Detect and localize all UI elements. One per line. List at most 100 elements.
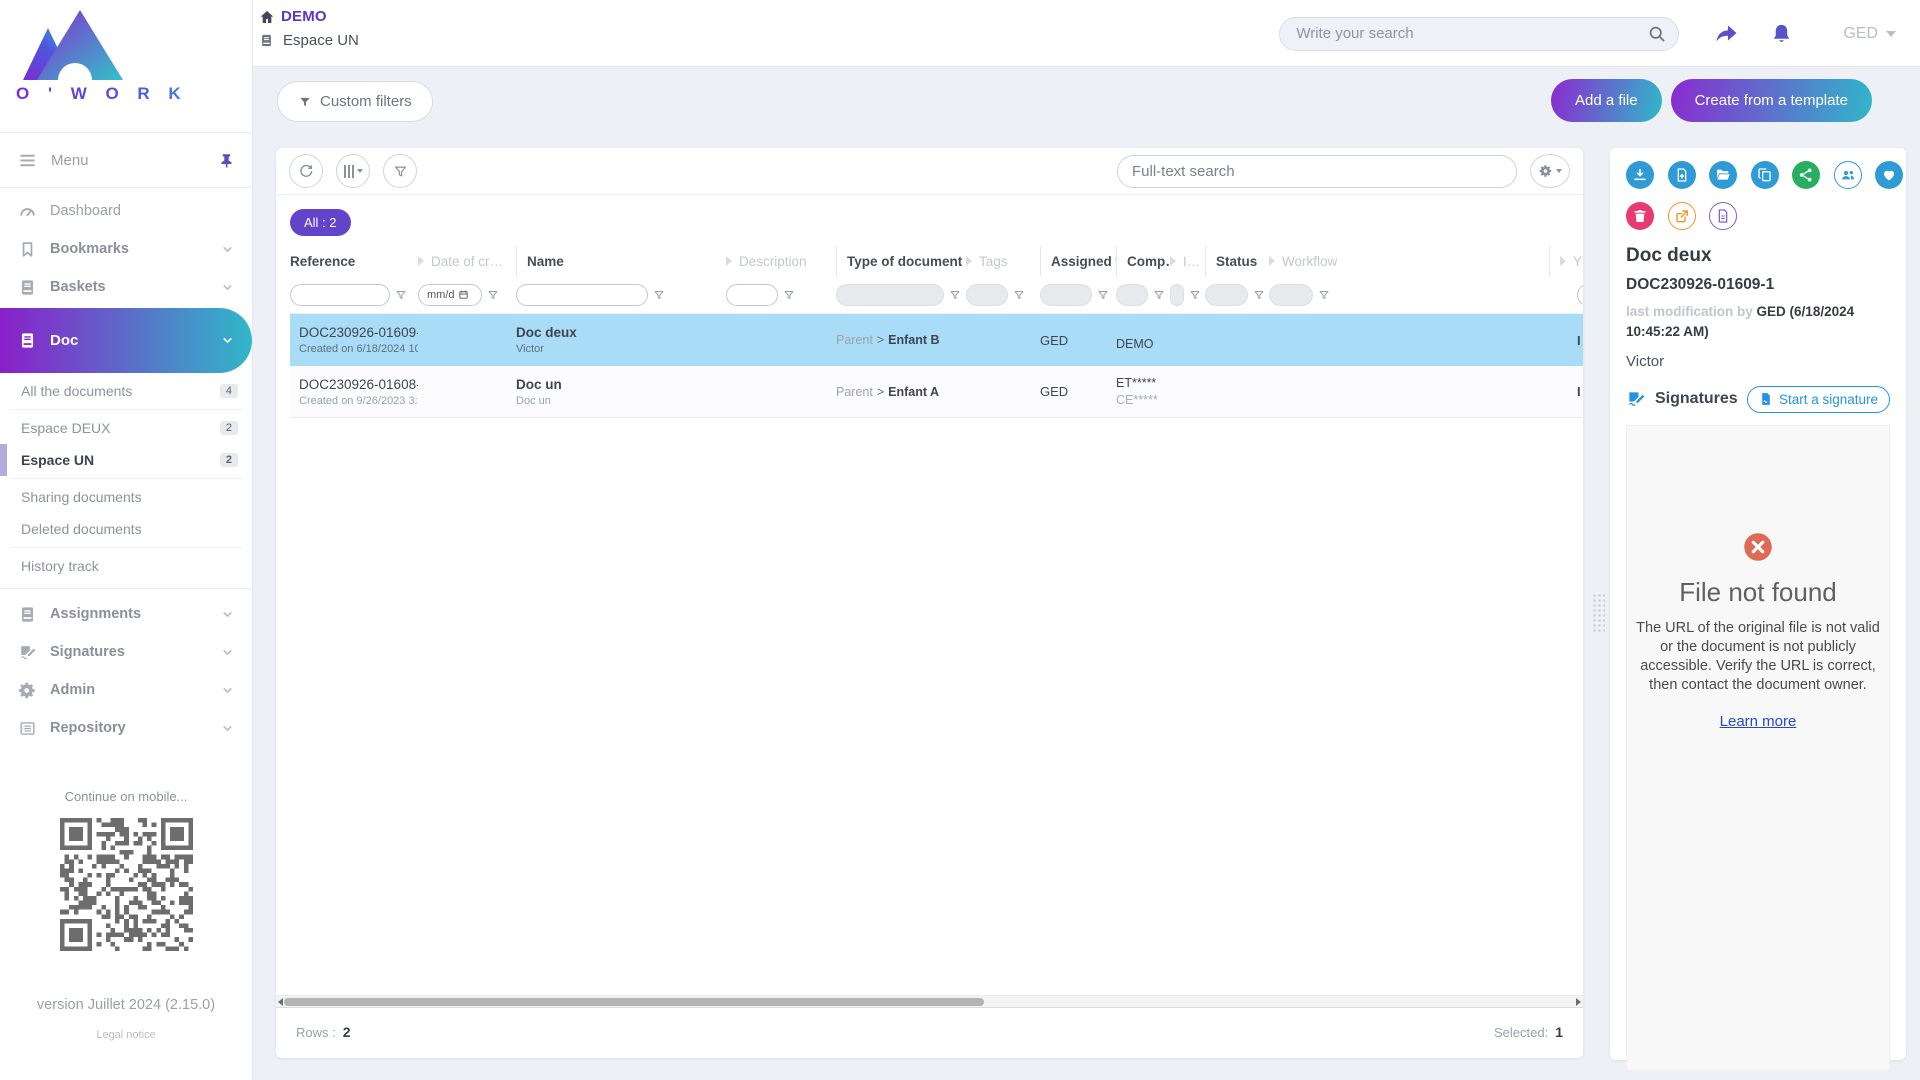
column-header-name[interactable]: Name: [516, 246, 726, 276]
sidebar-subitem-deleted-documents[interactable]: Deleted documents: [0, 513, 252, 545]
tags-filter[interactable]: [966, 284, 1008, 306]
favorite-button[interactable]: [1875, 161, 1903, 189]
column-header-description[interactable]: Description: [726, 246, 836, 276]
delete-button[interactable]: [1626, 202, 1654, 230]
table-row[interactable]: DOC230926-01609-1 Created on 6/18/2024 1…: [290, 314, 1583, 366]
horizontal-scrollbar[interactable]: [276, 995, 1583, 1008]
search-icon[interactable]: [1647, 24, 1666, 43]
sidebar-item-label: Signatures: [50, 644, 125, 660]
sidebar-subitem-history-track[interactable]: History track: [0, 550, 252, 582]
document-info-button[interactable]: [1709, 202, 1737, 230]
column-header-company[interactable]: Comp…: [1116, 246, 1170, 276]
i-filter[interactable]: [1170, 284, 1184, 306]
column-header-assigned[interactable]: Assigned t…: [1040, 246, 1116, 276]
workflow-filter[interactable]: [1269, 284, 1313, 306]
sort-arrow-icon: [1560, 256, 1566, 266]
open-external-button[interactable]: [1668, 202, 1696, 230]
columns-button[interactable]: [336, 154, 370, 188]
scrollbar-thumb[interactable]: [284, 998, 984, 1006]
funnel-icon[interactable]: [1013, 289, 1025, 301]
learn-more-link[interactable]: Learn more: [1720, 713, 1797, 730]
funnel-icon[interactable]: [783, 289, 795, 301]
y-filter-input[interactable]: [1577, 284, 1583, 306]
gear-icon: [18, 681, 37, 700]
legal-notice-link[interactable]: Legal notice: [0, 1029, 252, 1041]
breadcrumb-home[interactable]: DEMO: [259, 8, 359, 25]
fulltext-search-input[interactable]: [1132, 163, 1502, 180]
sidebar-item-assignments[interactable]: Assignments: [0, 595, 252, 633]
funnel-icon[interactable]: [395, 289, 407, 301]
type-filter[interactable]: [836, 284, 944, 306]
bell-icon[interactable]: [1770, 22, 1793, 46]
columns-icon: [344, 165, 363, 178]
column-header-date[interactable]: Date of cr…: [418, 246, 516, 276]
pin-icon[interactable]: [219, 153, 234, 168]
funnel-icon[interactable]: [1318, 289, 1330, 301]
funnel-icon[interactable]: [1253, 289, 1265, 301]
company-cell: DEMO: [1116, 314, 1170, 366]
assigned-filter[interactable]: [1040, 284, 1092, 306]
share-forward-icon[interactable]: [1713, 22, 1740, 46]
panel-resize-handle[interactable]: [1591, 592, 1605, 634]
sidebar-subitem-all-documents[interactable]: All the documents 4: [0, 375, 252, 407]
create-from-template-button[interactable]: Create from a template: [1671, 79, 1872, 122]
funnel-icon[interactable]: [1153, 289, 1165, 301]
share-button[interactable]: [1792, 161, 1820, 189]
sidebar-subitem-sharing-documents[interactable]: Sharing documents: [0, 481, 252, 513]
column-header-tags[interactable]: Tags: [966, 246, 1040, 276]
filter-button[interactable]: [383, 154, 417, 188]
workflow-cell: [1269, 366, 1549, 417]
date-filter-input[interactable]: mm/d: [418, 284, 482, 306]
sidebar-item-bookmarks[interactable]: Bookmarks: [0, 230, 252, 268]
column-header-i[interactable]: I…: [1170, 246, 1205, 276]
sidebar-item-label: Assignments: [50, 606, 141, 622]
count-badge: 2: [220, 421, 238, 435]
reference-filter-input[interactable]: [290, 284, 390, 306]
doc-name: Doc deux: [516, 325, 577, 340]
sidebar-subitem-espace-un[interactable]: Espace UN 2: [0, 444, 252, 476]
funnel-icon[interactable]: [949, 289, 961, 301]
copy-button[interactable]: [1751, 161, 1779, 189]
sidebar-item-dashboard[interactable]: Dashboard: [0, 192, 252, 230]
grid-settings-button[interactable]: [1530, 154, 1570, 188]
y-cell: I: [1549, 366, 1583, 417]
funnel-icon[interactable]: [1097, 289, 1109, 301]
download-button[interactable]: [1626, 161, 1654, 189]
custom-filters-button[interactable]: Custom filters: [277, 81, 433, 122]
start-signature-button[interactable]: Start a signature: [1747, 386, 1890, 413]
scroll-left-arrow-icon[interactable]: [278, 998, 283, 1006]
funnel-icon[interactable]: [653, 289, 665, 301]
count-badge: 2: [220, 453, 238, 467]
sidebar-subitem-espace-deux[interactable]: Espace DEUX 2: [0, 412, 252, 444]
status-filter[interactable]: [1205, 284, 1248, 306]
global-search-input[interactable]: [1296, 25, 1647, 42]
user-menu[interactable]: GED: [1843, 25, 1896, 43]
upload-version-button[interactable]: [1668, 161, 1696, 189]
sidebar-item-baskets[interactable]: Baskets: [0, 268, 252, 306]
sidebar-item-signatures[interactable]: Signatures: [0, 633, 252, 671]
column-header-reference[interactable]: Reference: [290, 246, 418, 276]
sidebar-item-doc[interactable]: Doc: [0, 308, 252, 373]
workflow-cell: [1269, 314, 1549, 366]
column-header-status[interactable]: Status: [1205, 246, 1269, 276]
funnel-icon[interactable]: [487, 289, 499, 301]
open-folder-button[interactable]: [1709, 161, 1737, 189]
add-file-button[interactable]: Add a file: [1551, 79, 1662, 122]
name-filter-input[interactable]: [516, 284, 648, 306]
table-row[interactable]: DOC230926-01608-0 Created on 9/26/2023 3…: [290, 366, 1583, 418]
company-filter[interactable]: [1116, 284, 1148, 306]
sidebar-item-repository[interactable]: Repository: [0, 709, 252, 747]
all-count-pill[interactable]: All : 2: [290, 209, 351, 236]
column-header-type[interactable]: Type of document: [836, 246, 966, 276]
breadcrumb-space[interactable]: Espace UN: [259, 32, 359, 49]
scroll-right-arrow-icon[interactable]: [1576, 998, 1581, 1006]
menu-toggle[interactable]: Menu: [0, 133, 252, 188]
refresh-button[interactable]: [289, 154, 323, 188]
breadcrumb-subtitle: Espace UN: [283, 32, 359, 49]
assign-users-button[interactable]: [1834, 161, 1862, 189]
column-header-workflow[interactable]: Workflow: [1269, 246, 1549, 276]
column-header-y[interactable]: Y…: [1549, 246, 1583, 276]
funnel-icon[interactable]: [1189, 289, 1201, 301]
description-filter-input[interactable]: [726, 284, 778, 306]
sidebar-item-admin[interactable]: Admin: [0, 671, 252, 709]
